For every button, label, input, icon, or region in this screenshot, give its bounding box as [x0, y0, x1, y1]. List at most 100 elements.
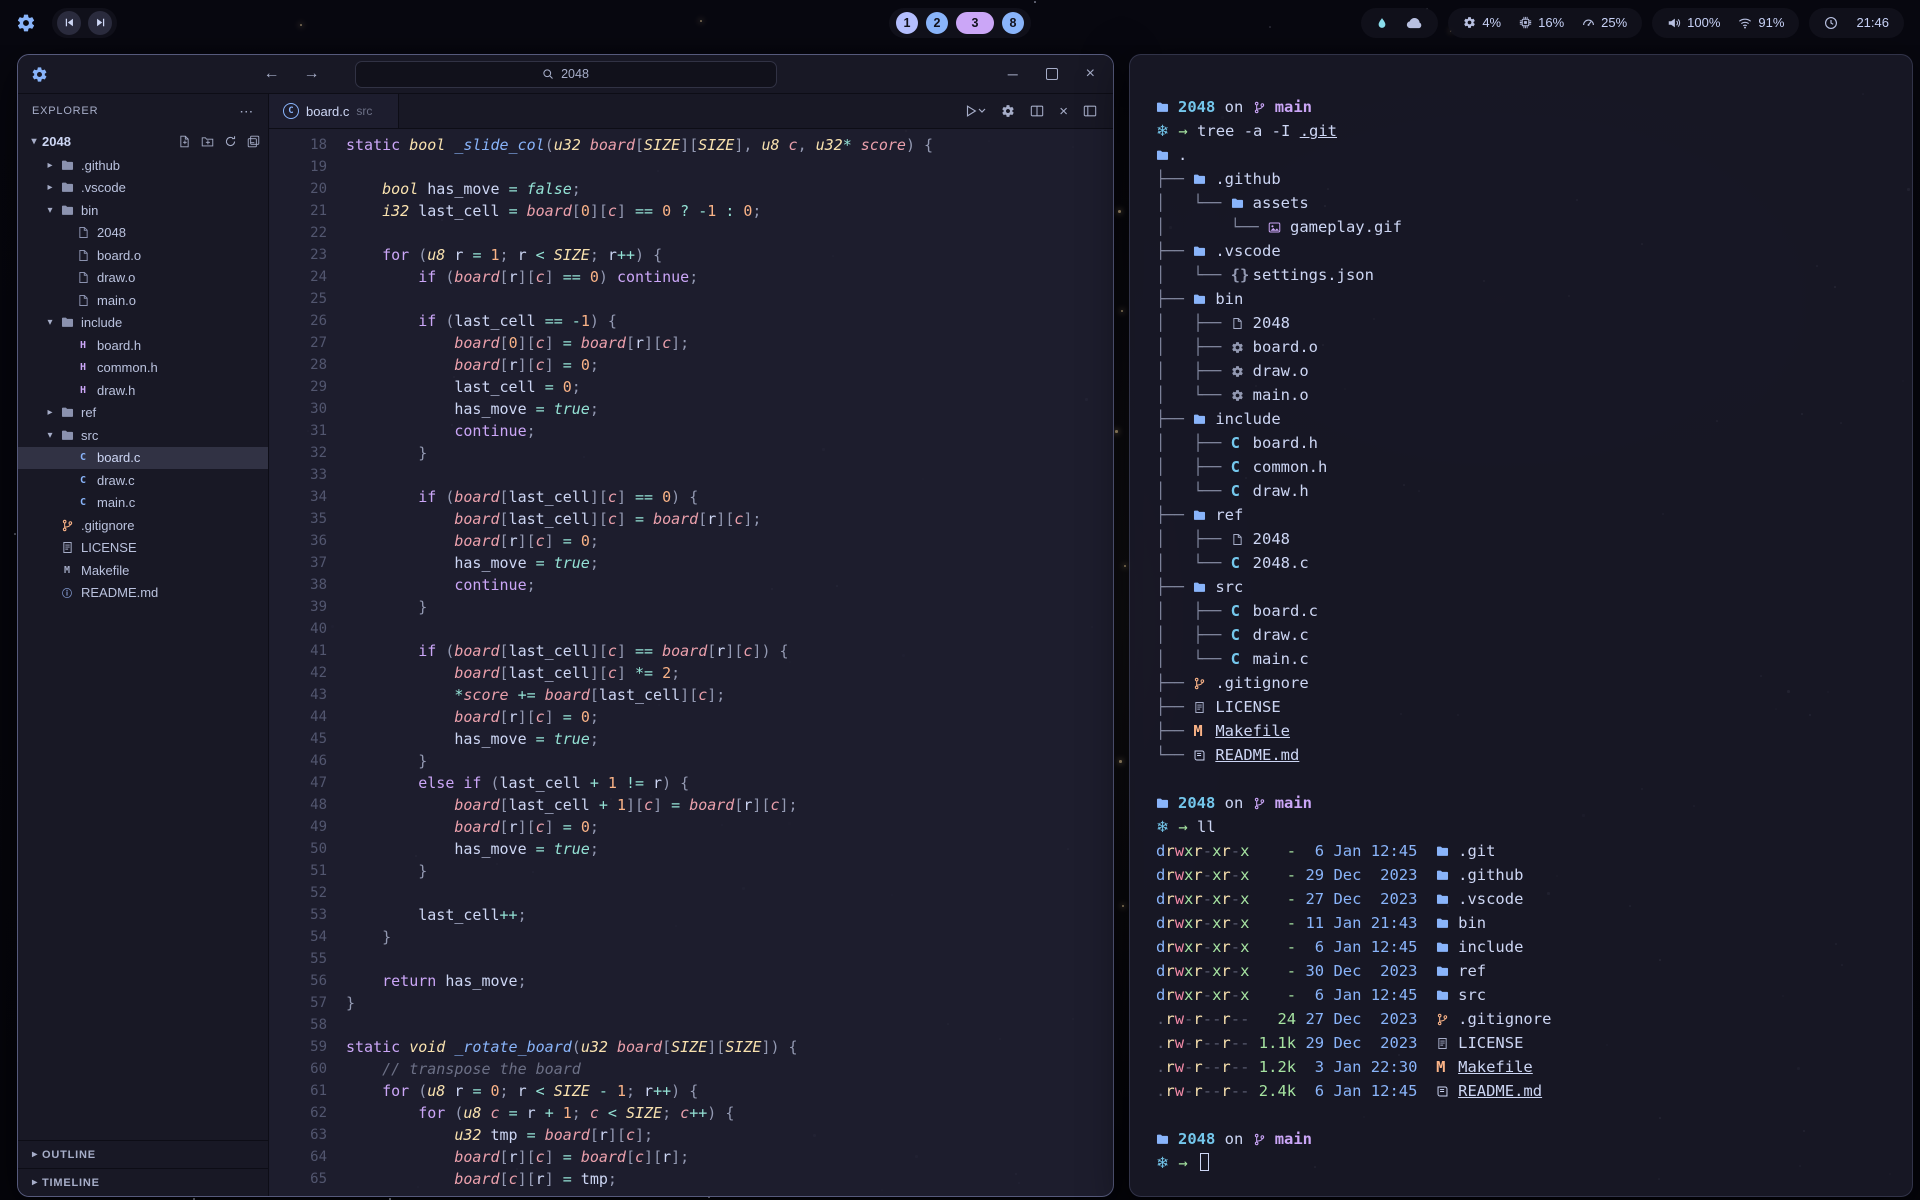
weather-widget[interactable] — [1361, 8, 1438, 38]
explorer-item-draw.h[interactable]: Hdraw.h — [18, 379, 268, 402]
minimize-button[interactable]: ─ — [1008, 67, 1018, 81]
workspace-3[interactable]: 3 — [956, 12, 994, 34]
code-line-59[interactable]: 59static void _rotate_board(u32 board[SI… — [269, 1036, 1113, 1058]
code-line-61[interactable]: 61 for (u8 r = 0; r < SIZE - 1; r++) { — [269, 1080, 1113, 1102]
explorer-item-board.o[interactable]: board.o — [18, 244, 268, 267]
code-line-48[interactable]: 48 board[last_cell + 1][c] = board[r][c]… — [269, 794, 1113, 816]
code-line-31[interactable]: 31 continue; — [269, 420, 1113, 442]
explorer-item-board.c[interactable]: Cboard.c — [18, 447, 268, 470]
code-line-57[interactable]: 57} — [269, 992, 1113, 1014]
explorer-item-draw.c[interactable]: Cdraw.c — [18, 469, 268, 492]
explorer-item-bin[interactable]: ▾bin — [18, 199, 268, 222]
code-line-18[interactable]: 18static bool _slide_col(u32 board[SIZE]… — [269, 134, 1113, 156]
code-line-38[interactable]: 38 continue; — [269, 574, 1113, 596]
code-line-60[interactable]: 60 // transpose the board — [269, 1058, 1113, 1080]
code-line-39[interactable]: 39 } — [269, 596, 1113, 618]
stat-memory[interactable]: 16% — [1519, 15, 1564, 30]
code-line-37[interactable]: 37 has_move = true; — [269, 552, 1113, 574]
explorer-item-src[interactable]: ▾src — [18, 424, 268, 447]
code-line-47[interactable]: 47 else if (last_cell + 1 != r) { — [269, 772, 1113, 794]
code-line-46[interactable]: 46 } — [269, 750, 1113, 772]
code-line-36[interactable]: 36 board[r][c] = 0; — [269, 530, 1113, 552]
code-line-24[interactable]: 24 if (board[r][c] == 0) continue; — [269, 266, 1113, 288]
layout-panel-icon[interactable] — [1083, 104, 1097, 118]
code-line-26[interactable]: 26 if (last_cell == -1) { — [269, 310, 1113, 332]
code-line-19[interactable]: 19 — [269, 156, 1113, 178]
code-line-56[interactable]: 56 return has_move; — [269, 970, 1113, 992]
collapse-all-icon[interactable] — [247, 135, 260, 148]
code-line-45[interactable]: 45 has_move = true; — [269, 728, 1113, 750]
explorer-item-LICENSE[interactable]: LICENSE — [18, 537, 268, 560]
refresh-icon[interactable] — [224, 135, 237, 148]
timeline-section[interactable]: ▸ TIMELINE — [18, 1168, 268, 1196]
system-logo-icon[interactable] — [16, 13, 36, 33]
back-arrow-icon[interactable]: ← — [264, 65, 280, 83]
code-line-42[interactable]: 42 board[last_cell][c] *= 2; — [269, 662, 1113, 684]
code-line-64[interactable]: 64 board[r][c] = board[c][r]; — [269, 1146, 1113, 1168]
code-line-33[interactable]: 33 — [269, 464, 1113, 486]
code-line-25[interactable]: 25 — [269, 288, 1113, 310]
run-icon[interactable] — [964, 104, 986, 118]
explorer-item-main.o[interactable]: main.o — [18, 289, 268, 312]
code-line-27[interactable]: 27 board[0][c] = board[r][c]; — [269, 332, 1113, 354]
new-file-icon[interactable] — [178, 135, 191, 148]
tab-board-c[interactable]: C board.c src — [269, 94, 399, 128]
code-line-55[interactable]: 55 — [269, 948, 1113, 970]
code-line-35[interactable]: 35 board[last_cell][c] = board[r][c]; — [269, 508, 1113, 530]
stat-disk[interactable]: 25% — [1582, 15, 1627, 30]
media-next-button[interactable] — [88, 11, 112, 35]
terminal-window[interactable]: 2048 on main❄ → tree -a -I .git.├── .git… — [1129, 54, 1913, 1197]
explorer-item-2048[interactable]: 2048 — [18, 222, 268, 245]
code-line-49[interactable]: 49 board[r][c] = 0; — [269, 816, 1113, 838]
explorer-item-.gitignore[interactable]: .gitignore — [18, 514, 268, 537]
code-line-23[interactable]: 23 for (u8 r = 1; r < SIZE; r++) { — [269, 244, 1113, 266]
close-button[interactable]: × — [1086, 66, 1095, 82]
explorer-item-.vscode[interactable]: ▸.vscode — [18, 177, 268, 200]
explorer-root-folder[interactable]: ▾ 2048 — [18, 128, 268, 154]
outline-section[interactable]: ▸ OUTLINE — [18, 1141, 268, 1168]
explorer-item-ref[interactable]: ▸ref — [18, 402, 268, 425]
forward-arrow-icon[interactable]: → — [304, 65, 320, 83]
code-line-52[interactable]: 52 — [269, 882, 1113, 904]
code-line-32[interactable]: 32 } — [269, 442, 1113, 464]
explorer-item-.github[interactable]: ▸.github — [18, 154, 268, 177]
stat-cpu[interactable]: 4% — [1463, 15, 1501, 30]
code-line-28[interactable]: 28 board[r][c] = 0; — [269, 354, 1113, 376]
explorer-item-draw.o[interactable]: draw.o — [18, 267, 268, 290]
code-line-62[interactable]: 62 for (u8 c = r + 1; c < SIZE; c++) { — [269, 1102, 1113, 1124]
explorer-item-Makefile[interactable]: MMakefile — [18, 559, 268, 582]
code-line-41[interactable]: 41 if (board[last_cell][c] == board[r][c… — [269, 640, 1113, 662]
new-folder-icon[interactable] — [201, 135, 214, 148]
code-line-51[interactable]: 51 } — [269, 860, 1113, 882]
explorer-more-icon[interactable]: ⋯ — [239, 103, 254, 120]
maximize-button[interactable] — [1046, 68, 1058, 80]
explorer-item-common.h[interactable]: Hcommon.h — [18, 357, 268, 380]
workspace-8[interactable]: 8 — [1002, 12, 1024, 34]
code-line-40[interactable]: 40 — [269, 618, 1113, 640]
code-line-44[interactable]: 44 board[r][c] = 0; — [269, 706, 1113, 728]
code-line-22[interactable]: 22 — [269, 222, 1113, 244]
command-center-search[interactable]: 2048 — [355, 61, 777, 88]
code-line-63[interactable]: 63 u32 tmp = board[r][c]; — [269, 1124, 1113, 1146]
code-area[interactable]: 18static bool _slide_col(u32 board[SIZE]… — [269, 129, 1113, 1196]
code-line-30[interactable]: 30 has_move = true; — [269, 398, 1113, 420]
split-editor-icon[interactable] — [1030, 104, 1044, 118]
code-line-29[interactable]: 29 last_cell = 0; — [269, 376, 1113, 398]
network-widget[interactable]: 91% — [1738, 15, 1784, 30]
code-line-20[interactable]: 20 bool has_move = false; — [269, 178, 1113, 200]
code-line-53[interactable]: 53 last_cell++; — [269, 904, 1113, 926]
explorer-item-include[interactable]: ▾include — [18, 312, 268, 335]
code-line-65[interactable]: 65 board[c][r] = tmp; — [269, 1168, 1113, 1190]
explorer-item-main.c[interactable]: Cmain.c — [18, 492, 268, 515]
media-previous-button[interactable] — [57, 11, 81, 35]
explorer-item-README.md[interactable]: ⓘREADME.md — [18, 582, 268, 605]
settings-gear-icon[interactable] — [1001, 104, 1015, 118]
code-line-58[interactable]: 58 — [269, 1014, 1113, 1036]
code-line-43[interactable]: 43 *score += board[last_cell][c]; — [269, 684, 1113, 706]
clock-widget[interactable]: 21:46 — [1809, 8, 1904, 38]
code-line-50[interactable]: 50 has_move = true; — [269, 838, 1113, 860]
explorer-item-board.h[interactable]: Hboard.h — [18, 334, 268, 357]
code-line-54[interactable]: 54 } — [269, 926, 1113, 948]
close-editor-icon[interactable]: × — [1059, 103, 1068, 120]
workspace-2[interactable]: 2 — [926, 12, 948, 34]
